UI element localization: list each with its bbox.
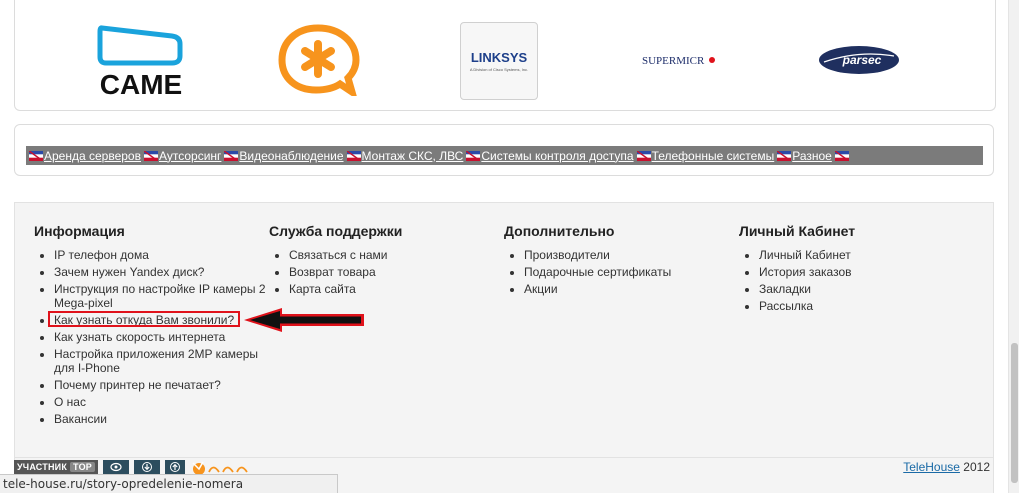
footer-divider [14,457,994,458]
flag-icon [636,150,651,161]
menu-item-5[interactable]: Телефонные системы [652,149,775,163]
footer-info-item-2[interactable]: Инструкция по настройке IP камеры 2 Mega… [54,282,269,310]
footer-info-item-5[interactable]: Настройка приложения 2MP камеры для I-Ph… [54,347,269,375]
footer-extra-item-2[interactable]: Акции [524,282,734,296]
footer-account-list: Личный Кабинет История заказов Закладки Рас… [739,248,969,313]
footer-extra-item-1[interactable]: Подарочные сертификаты [524,265,734,279]
parsec-logo-text: parsec [842,53,882,67]
footer-account-item-1[interactable]: История заказов [759,265,969,279]
menu-item-3[interactable]: Монтаж СКС, ЛВС [362,149,464,163]
menu-item-6[interactable]: Разное [792,149,832,163]
footer-support-item-2[interactable]: Карта сайта [289,282,499,296]
parsec-logo[interactable]: parsec [818,42,900,78]
footer-support-item-1[interactable]: Возврат товара [289,265,499,279]
footer-support-item-0[interactable]: Связаться с нами [289,248,499,262]
came-logo-text: CAME [100,69,182,98]
footer-extra-item-0[interactable]: Производители [524,248,734,262]
status-bar-url: tele-house.ru/story-opredelenie-nomera [0,474,338,493]
copyright: TeleHouse 2012 [903,460,990,474]
footer-col-extra: Дополнительно Производители Подарочные се… [504,223,734,299]
copyright-year: 2012 [963,460,990,474]
footer-widgets: УЧАСТНИК TOP [14,460,259,474]
flag-icon [224,150,239,161]
footer-info-item-0[interactable]: IP телефон дома [54,248,269,262]
menu-item-0[interactable]: Аренда серверов [44,149,141,163]
widget-download-icon[interactable] [134,460,160,474]
footer-info-title: Информация [34,223,125,239]
footer-info-list: IP телефон дома Зачем нужен Yandex диск? И… [34,248,266,426]
footer-info-item-8[interactable]: Вакансии [54,412,269,426]
footer: Информация IP телефон дома Зачем нужен Ya… [14,202,994,493]
menu-item-2[interactable]: Видеонаблюдение [239,149,343,163]
footer-account-item-3[interactable]: Рассылка [759,299,969,313]
footer-extra-list: Производители Подарочные сертификаты Акции [504,248,734,296]
vertical-scrollbar[interactable] [1008,0,1019,493]
avast-logo-icon[interactable] [189,460,259,474]
supermicro-logo-text: SUPERMICR [642,55,705,67]
menu-item-1[interactable]: Аутсорсинг [159,149,221,163]
counter-top-label: TOP [70,462,95,472]
highlight-box [48,311,240,327]
flag-icon [466,150,481,161]
flag-icon [777,150,792,161]
widget-eye-icon[interactable] [103,460,129,474]
footer-support-title: Служба поддержки [269,223,403,239]
came-logo[interactable]: CAME [96,22,186,100]
linksys-logo[interactable]: LINKSYS A Division of Cisco Systems, Inc… [460,22,538,100]
footer-account-item-2[interactable]: Закладки [759,282,969,296]
footer-info-item-1[interactable]: Зачем нужен Yandex диск? [54,265,269,279]
flag-icon [346,150,361,161]
flag-icon [29,150,43,161]
widget-upload-icon[interactable] [165,460,185,474]
scrollbar-thumb[interactable] [1011,343,1018,483]
footer-info-item-4[interactable]: Как узнать скорость интернета [54,330,269,344]
footer-col-account: Личный Кабинет Личный Кабинет История зак… [739,223,969,316]
counter-label: УЧАСТНИК [17,462,68,472]
footer-col-support: Служба поддержки Связаться с нами Возврат… [269,223,499,299]
top-counter-badge[interactable]: УЧАСТНИК TOP [14,460,98,474]
left-arrow-icon [244,308,364,332]
footer-account-title: Личный Кабинет [739,223,856,239]
copyright-site-link[interactable]: TeleHouse [903,460,960,474]
supermicro-dot-icon [709,57,715,63]
asterisk-logo[interactable] [278,24,360,101]
footer-account-item-0[interactable]: Личный Кабинет [759,248,969,262]
footer-extra-title: Дополнительно [504,223,615,239]
supermicro-logo[interactable]: SUPERMICR [640,52,720,68]
footer-info-item-6[interactable]: Почему принтер не печатает? [54,378,269,392]
footer-info-item-7[interactable]: О нас [54,395,269,409]
linksys-logo-text: LINKSYS [471,50,528,65]
menu-item-4[interactable]: Системы контроля доступа [481,149,633,163]
linksys-logo-subtext: A Division of Cisco Systems, Inc. [470,67,528,72]
category-menu-bar: Аренда серверов Аутсорсинг Видеонаблюдение… [26,146,983,165]
flag-icon [834,150,849,161]
flag-icon [143,150,158,161]
footer-support-list: Связаться с нами Возврат товара Карта сайт… [269,248,499,296]
